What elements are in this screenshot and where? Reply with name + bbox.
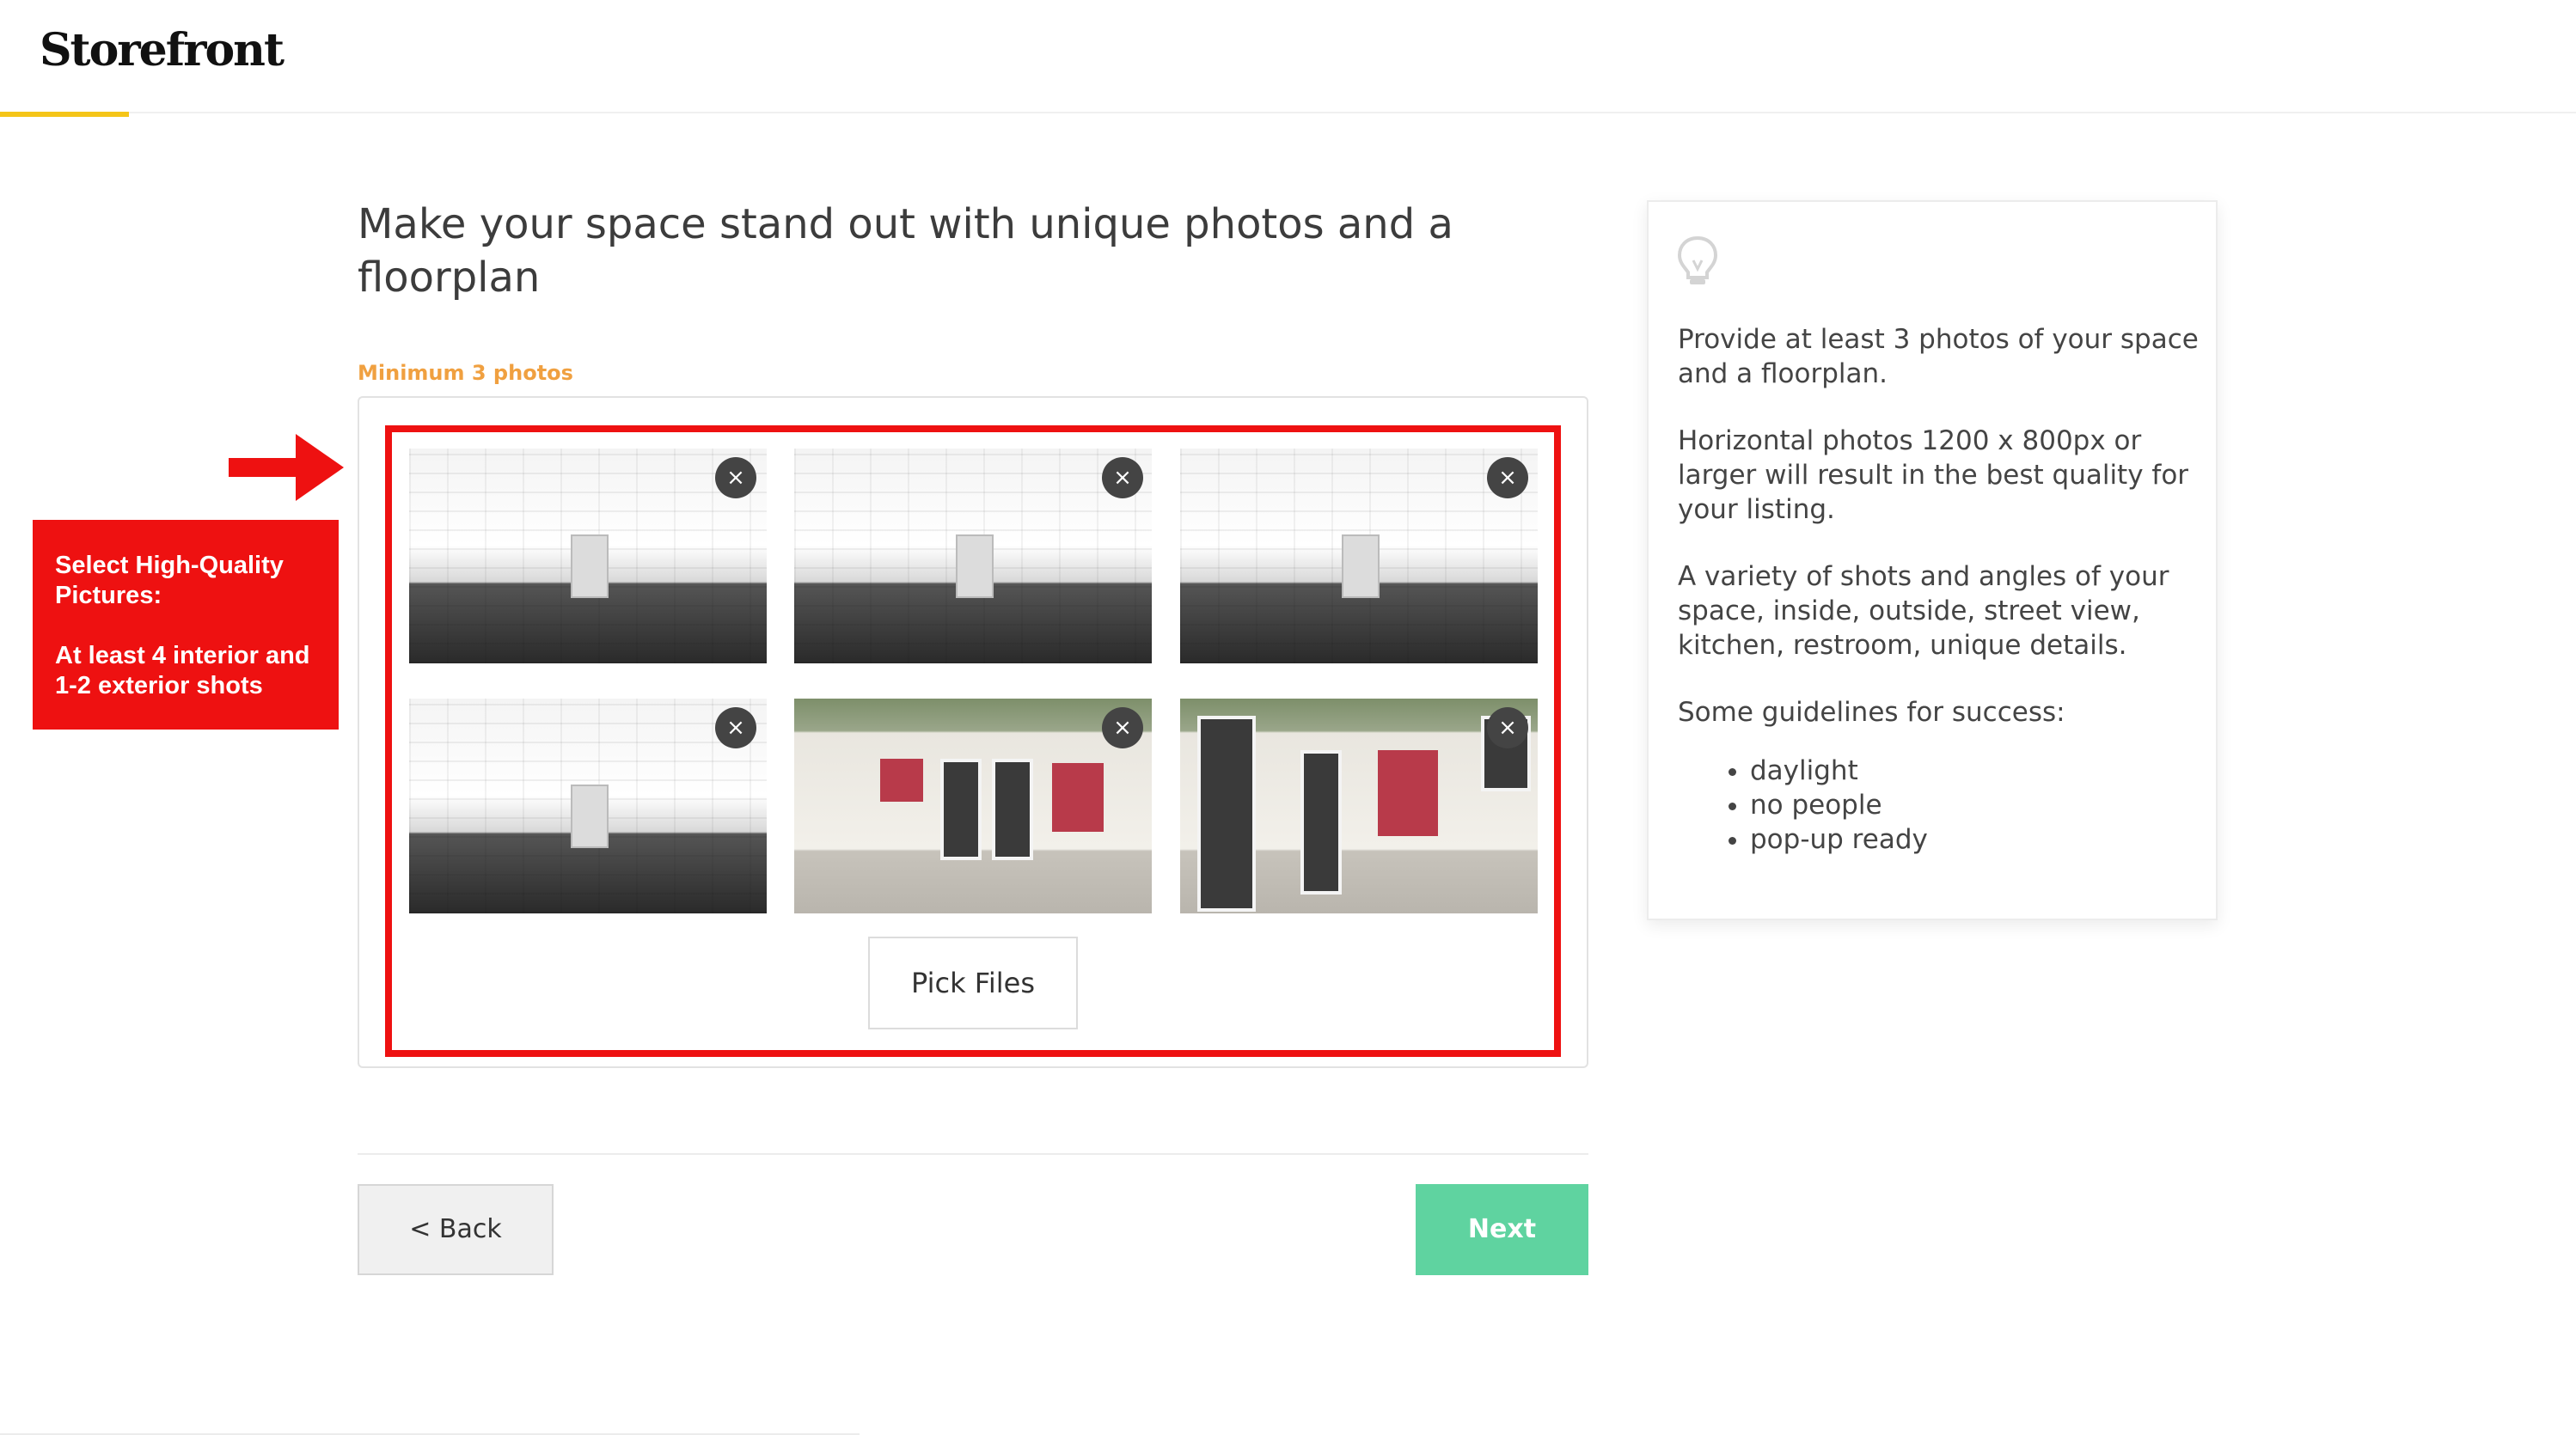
annotation-highlight-frame	[385, 425, 1561, 1057]
section-divider	[358, 1153, 1588, 1155]
tip-paragraph: Some guidelines for success:	[1678, 697, 2065, 728]
tip-paragraph: Horizontal photos 1200 x 800px or larger…	[1678, 425, 2189, 525]
annotation-heading: Select High-Quality Pictures:	[55, 552, 284, 609]
tips-card: Provide at least 3 photos of your space …	[1647, 200, 2218, 920]
annotation-body: At least 4 interior and 1-2 exterior sho…	[55, 642, 310, 699]
tip-paragraph: A variety of shots and angles of your sp…	[1678, 561, 2169, 661]
list-item: no people	[1750, 788, 2202, 822]
lightbulb-icon	[1677, 235, 1718, 284]
list-item: daylight	[1750, 754, 2202, 788]
arrow-right-icon	[229, 434, 344, 501]
next-button[interactable]: Next	[1416, 1184, 1588, 1275]
back-button[interactable]: < Back	[358, 1184, 554, 1275]
minimum-photos-label: Minimum 3 photos	[358, 361, 573, 385]
tip-paragraph: Provide at least 3 photos of your space …	[1678, 324, 2199, 389]
guidelines-list: daylight no people pop-up ready	[1678, 754, 2202, 857]
storefront-logo[interactable]: Storefront	[40, 24, 285, 76]
annotation-callout: Select High-Quality Pictures: At least 4…	[33, 520, 339, 730]
active-indicator	[0, 112, 129, 117]
page-title: Make your space stand out with unique ph…	[358, 200, 1453, 302]
header: Storefront	[0, 0, 2576, 117]
list-item: pop-up ready	[1750, 822, 2202, 857]
tips-text: Provide at least 3 photos of your space …	[1678, 322, 2202, 857]
